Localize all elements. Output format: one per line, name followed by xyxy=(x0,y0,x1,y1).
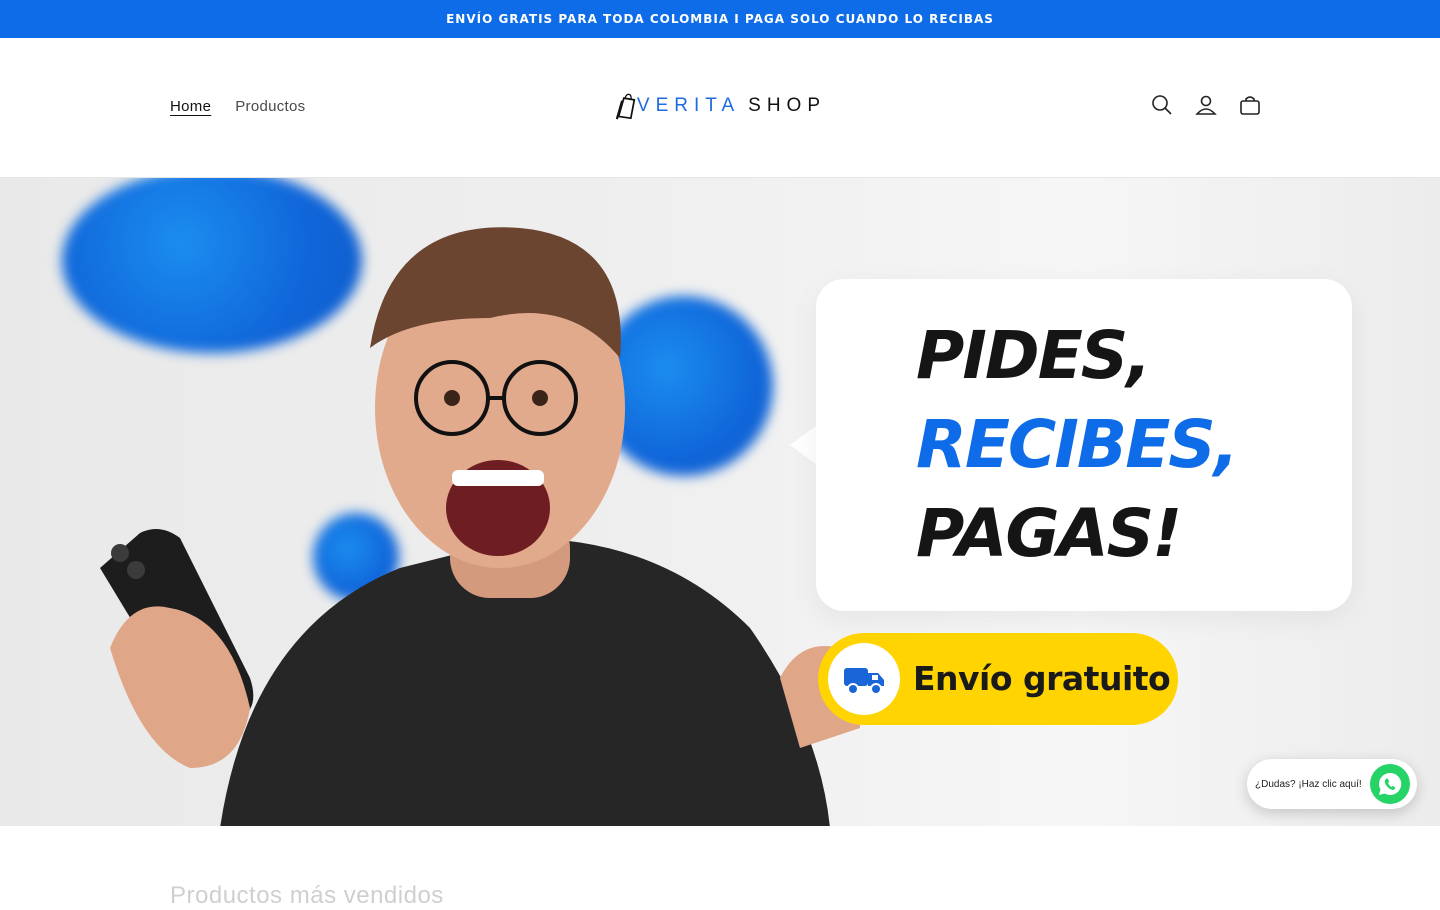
header-actions xyxy=(1148,91,1264,119)
search-icon[interactable] xyxy=(1148,91,1176,119)
hero-headline-line1: PIDES, xyxy=(916,317,1151,394)
hero-person-image xyxy=(100,227,860,826)
site-logo[interactable]: VERITA SHOP xyxy=(616,86,826,126)
hero-headline-line2: RECIBES, xyxy=(916,406,1239,483)
cart-icon[interactable] xyxy=(1236,91,1264,119)
account-icon[interactable] xyxy=(1192,91,1220,119)
whatsapp-label: ¿Dudas? ¡Haz clic aquí! xyxy=(1255,778,1362,790)
free-shipping-badge: Envío gratuito xyxy=(818,633,1178,725)
announcement-text: ENVÍO GRATIS PARA TODA COLOMBIA I PAGA S… xyxy=(446,12,994,26)
truck-icon xyxy=(844,668,884,695)
nav-home-link[interactable]: Home xyxy=(170,98,211,115)
hero-banner[interactable]: PIDES, RECIBES, PAGAS! Envío gratuito xyxy=(0,178,1440,826)
logo-word-shop: SHOP xyxy=(748,95,826,116)
truck-icon-circle xyxy=(828,643,900,715)
section-title: Productos más vendidos xyxy=(170,882,444,909)
shopping-bag-logo-icon xyxy=(616,93,636,120)
nav-productos-link[interactable]: Productos xyxy=(235,98,305,115)
hero-headline-line3: PAGAS! xyxy=(916,495,1182,572)
whatsapp-chat-button[interactable]: ¿Dudas? ¡Haz clic aquí! xyxy=(1247,759,1417,809)
logo-word-verita: VERITA xyxy=(636,95,741,116)
whatsapp-icon[interactable] xyxy=(1370,764,1410,804)
free-shipping-text: Envío gratuito xyxy=(913,659,1171,698)
logo-text: VERITA SHOP xyxy=(637,95,826,117)
main-nav: Home Productos xyxy=(170,98,305,115)
site-header: Home Productos VERITA SHOP xyxy=(0,38,1440,178)
announcement-bar: ENVÍO GRATIS PARA TODA COLOMBIA I PAGA S… xyxy=(0,0,1440,38)
